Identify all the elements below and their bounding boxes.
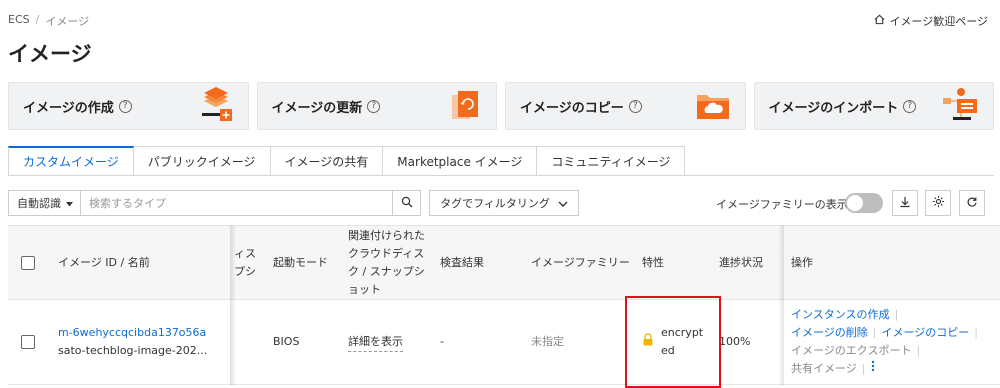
breadcrumb-separator: / (35, 13, 40, 26)
gear-icon (932, 195, 945, 211)
image-welcome-link[interactable]: イメージ歓迎ページ (874, 13, 988, 29)
refresh-button[interactable] (959, 190, 985, 216)
header-inspection: 検査結果 (440, 255, 484, 269)
breadcrumb-root[interactable]: ECS (8, 13, 30, 29)
search-icon (401, 196, 413, 211)
row-inspection: - (440, 335, 444, 348)
highlight-box (625, 296, 721, 388)
family-toggle-label: イメージファミリーの表示 (716, 198, 848, 211)
search-group: 自動認識 (8, 190, 421, 216)
fixed-column-shadow-right (778, 225, 784, 385)
image-welcome-label: イメージ歓迎ページ (889, 15, 988, 28)
header-actions: 操作 (791, 255, 813, 269)
row-boot-mode: BIOS (273, 335, 300, 348)
image-table: イメージ ID / 名前 ィス プシ 起動モード 関連付けられた クラウドディス… (8, 225, 1000, 388)
help-icon[interactable]: ? (367, 99, 381, 113)
image-name: sato-techblog-image-202... (58, 344, 208, 357)
delete-image-link[interactable]: イメージの削除 (791, 324, 868, 342)
row-family: 未指定 (531, 335, 564, 348)
import-flow-icon (941, 87, 979, 126)
image-id-link[interactable]: m-6wehyccqcibda137o56a (58, 324, 206, 342)
header-related-disk: 関連付けられた クラウドディス ク / スナップシ ョット (348, 228, 425, 296)
cloud-folder-icon (695, 89, 731, 124)
tab-marketplace-image[interactable]: Marketplace イメージ (383, 146, 538, 176)
export-image-link[interactable]: イメージのエクスポート (791, 342, 911, 360)
tab-custom-image[interactable]: カスタムイメージ (8, 146, 134, 176)
row-actions: インスタンスの作成 | イメージの削除 | イメージのコピー | イメージのエクスポート… (791, 300, 978, 384)
help-icon[interactable]: ? (118, 99, 132, 113)
create-instance-link[interactable]: インスタンスの作成 (791, 306, 890, 324)
import-image-card[interactable]: イメージのインポート? (753, 82, 994, 130)
header-features: 特性 (642, 255, 664, 269)
breadcrumb: ECS / イメージ (8, 13, 89, 29)
download-button[interactable] (892, 190, 918, 216)
table-row: m-6wehyccqcibda137o56a sato-techblog-ima… (8, 300, 1000, 385)
caret-down-icon (66, 197, 73, 210)
breadcrumb-current: イメージ (45, 15, 90, 28)
search-type-label: 自動認識 (17, 197, 61, 210)
download-icon (899, 196, 911, 211)
card-label: イメージの作成 (23, 100, 114, 116)
share-image-link[interactable]: 共有イメージ (791, 360, 857, 378)
image-tabs: カスタムイメージ パブリックイメージ イメージの共有 Marketplace イ… (8, 146, 686, 176)
search-button[interactable] (392, 191, 420, 215)
family-toggle[interactable] (845, 193, 883, 213)
settings-button[interactable] (925, 190, 951, 216)
page-title: イメージ (8, 42, 92, 66)
header-id-name: イメージ ID / 名前 (58, 255, 150, 269)
help-icon[interactable]: ? (903, 99, 917, 113)
select-all-checkbox[interactable] (21, 255, 35, 270)
row-checkbox[interactable] (21, 335, 35, 349)
table-header: イメージ ID / 名前 ィス プシ 起動モード 関連付けられた クラウドディス… (8, 225, 1000, 300)
row-progress: 100% (719, 335, 751, 348)
layers-add-icon (200, 86, 234, 126)
header-hidden-partial: ィス プシ (234, 246, 256, 278)
fixed-column-shadow (230, 225, 236, 385)
toggle-knob (847, 195, 863, 211)
toolbar: 自動認識 タグでフィルタリング イメージファミリーの表示 (8, 190, 994, 216)
tab-shared-image[interactable]: イメージの共有 (270, 146, 384, 176)
refresh-icon (966, 196, 978, 211)
more-vertical-icon[interactable] (871, 360, 875, 378)
tab-public-image[interactable]: パブリックイメージ (133, 146, 271, 176)
help-icon[interactable]: ? (628, 99, 642, 113)
header-progress: 進捗状況 (719, 255, 763, 269)
card-label: イメージのコピー (520, 100, 624, 116)
refresh-document-icon (450, 87, 482, 126)
header-boot-mode: 起動モード (273, 255, 328, 269)
update-image-card[interactable]: イメージの更新? (256, 82, 497, 130)
card-label: イメージのインポート (768, 100, 899, 116)
tag-filter-label: タグでフィルタリング (440, 197, 550, 210)
copy-image-card[interactable]: イメージのコピー? (505, 82, 746, 130)
tag-filter-button[interactable]: タグでフィルタリング (429, 190, 579, 216)
header-family: イメージファミリー (531, 255, 630, 269)
view-details-link[interactable]: 詳細を表示 (348, 333, 403, 352)
search-input[interactable] (81, 191, 392, 215)
chevron-down-icon (558, 197, 568, 210)
search-type-select[interactable]: 自動認識 (9, 191, 81, 215)
copy-image-link[interactable]: イメージのコピー (882, 324, 970, 342)
card-label: イメージの更新 (271, 100, 363, 116)
row-id-name: m-6wehyccqcibda137o56a sato-techblog-ima… (58, 300, 207, 384)
home-icon (874, 14, 885, 28)
create-image-card[interactable]: イメージの作成? (8, 82, 249, 130)
tab-community-image[interactable]: コミュニティイメージ (537, 146, 686, 176)
action-cards: イメージの作成? イメージの更新? イメージのコピー? イメージのインポート ? (8, 82, 994, 130)
